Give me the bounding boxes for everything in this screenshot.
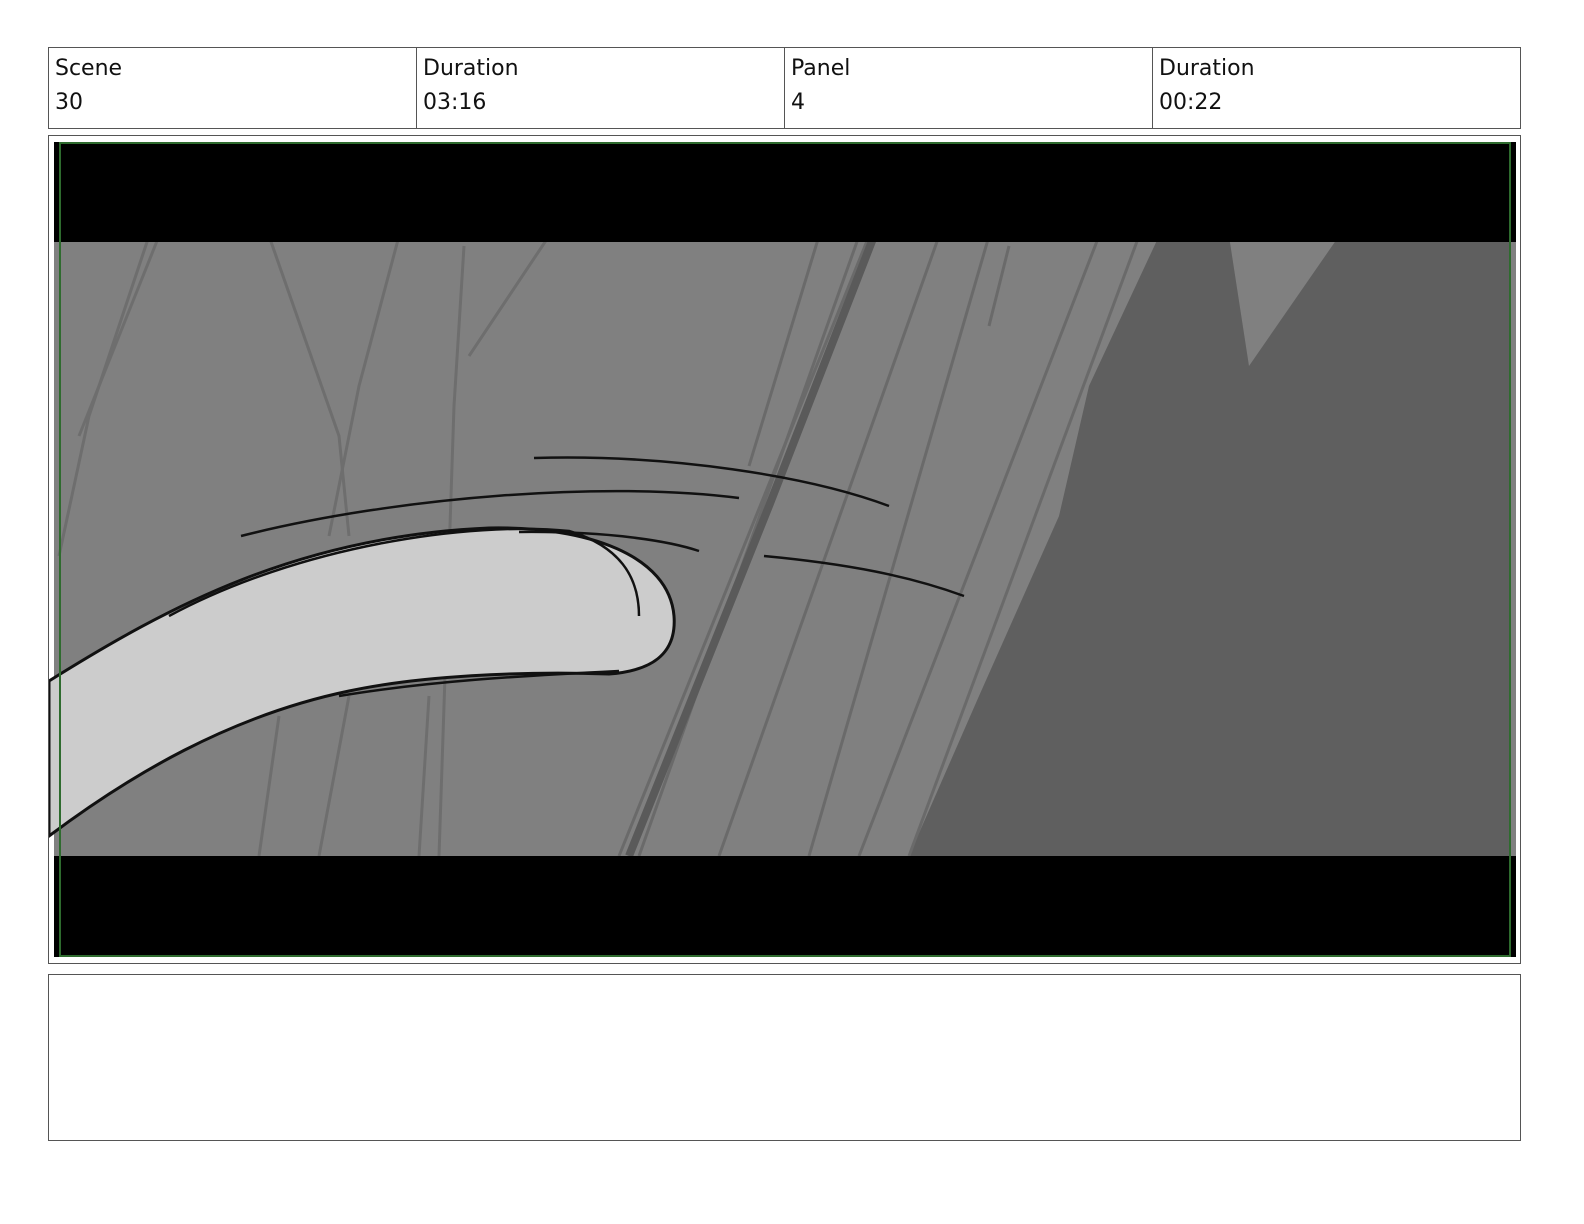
panel-duration-cell: Duration 00:22 bbox=[1153, 48, 1520, 128]
panel-value: 4 bbox=[791, 90, 805, 115]
storyboard-panel-frame bbox=[48, 135, 1521, 964]
panel-duration-label: Duration bbox=[1159, 56, 1255, 81]
scene-value: 30 bbox=[55, 90, 83, 115]
scene-label: Scene bbox=[55, 56, 123, 81]
scene-duration-label: Duration bbox=[423, 56, 519, 81]
scene-duration-value: 03:16 bbox=[423, 90, 487, 115]
storyboard-sketch-image bbox=[49, 142, 1516, 957]
notes-box[interactable] bbox=[48, 974, 1521, 1141]
panel-label: Panel bbox=[791, 56, 851, 81]
panel-info-header: Scene 30 Duration 03:16 Panel 4 Duration… bbox=[48, 47, 1521, 129]
letterbox-top bbox=[54, 142, 1516, 242]
scene-duration-cell: Duration 03:16 bbox=[417, 48, 785, 128]
letterbox-bottom bbox=[54, 856, 1516, 957]
scene-cell: Scene 30 bbox=[49, 48, 417, 128]
panel-cell: Panel 4 bbox=[785, 48, 1153, 128]
panel-duration-value: 00:22 bbox=[1159, 90, 1223, 115]
